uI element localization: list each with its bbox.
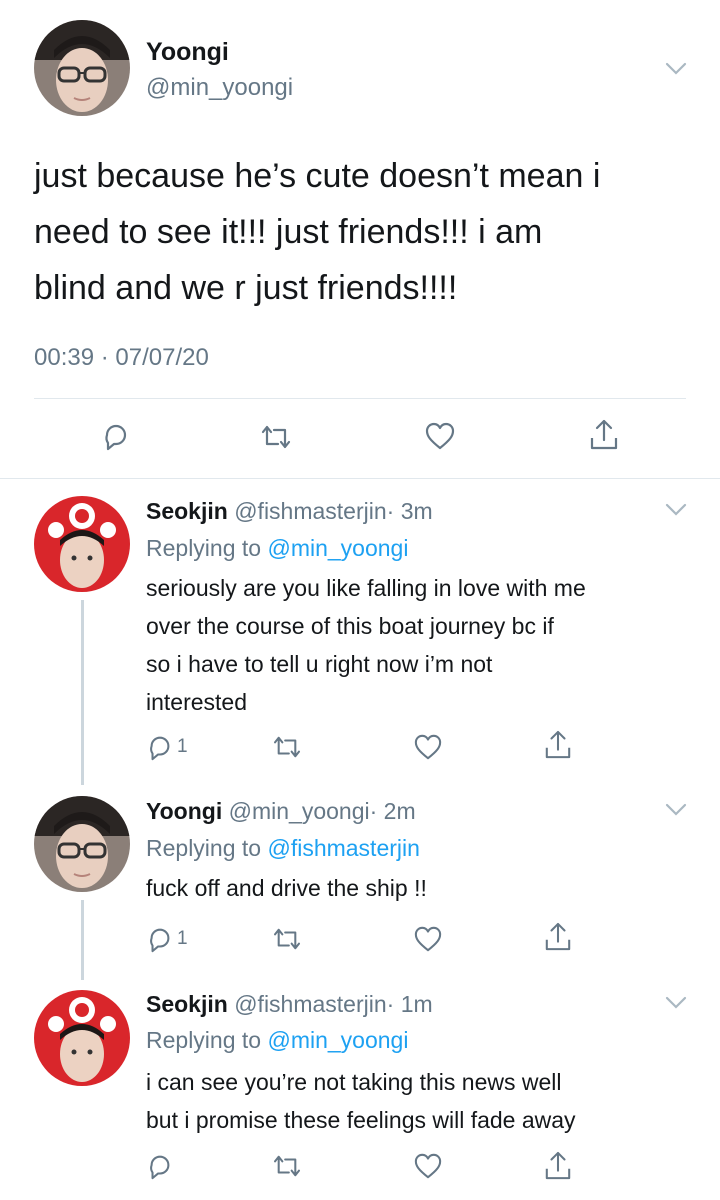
replying-to-label: Replying to [146, 835, 262, 861]
replying-to-label: Replying to [146, 1027, 262, 1053]
reply-button[interactable] [101, 421, 131, 451]
main-tweet-text: just because he’s cute doesn’t mean i ne… [34, 148, 694, 316]
reply-author-handle[interactable]: @min_yoongi [229, 798, 370, 824]
reply-header: Seokjin @fishmasterjin· 3m [146, 498, 433, 525]
reply-text-line: i can see you’re not taking this news we… [146, 1069, 562, 1095]
share-icon [544, 921, 572, 953]
chevron-down-icon[interactable] [665, 803, 687, 817]
reply-header: Seokjin @fishmasterjin· 1m [146, 991, 433, 1018]
main-author-handle[interactable]: @min_yoongi [146, 74, 293, 102]
replying-to-label: Replying to [146, 535, 262, 561]
retweet-icon [271, 927, 303, 951]
reply-author-name[interactable]: Seokjin [146, 498, 228, 524]
avatar-seokjin[interactable] [34, 496, 130, 592]
reply-button[interactable] [146, 1152, 174, 1180]
share-icon [544, 1150, 572, 1182]
avatar-yoongi[interactable] [34, 20, 130, 116]
reply-text-line: so i have to tell u right now i’m not [146, 651, 493, 677]
reply-text: fuck off and drive the ship !! [146, 869, 696, 907]
retweet-icon [271, 1154, 303, 1178]
main-tweet-timestamp[interactable]: 00:39 · 07/07/20 [34, 344, 209, 372]
reply-header: Yoongi @min_yoongi· 2m [146, 798, 416, 825]
reply-text-line: fuck off and drive the ship !! [146, 875, 427, 901]
share-button[interactable] [589, 418, 619, 452]
replying-to: Replying to @fishmasterjin [146, 835, 420, 862]
reply-button[interactable]: 1 [146, 925, 188, 953]
reply-text: seriously are you like falling in love w… [146, 569, 696, 721]
retweet-button[interactable] [271, 1154, 303, 1178]
reply-icon [146, 925, 174, 953]
reply-count: 1 [177, 736, 188, 757]
heart-icon [413, 925, 443, 953]
heart-icon [424, 421, 456, 451]
retweet-icon [271, 735, 303, 759]
reply-time: · 2m [369, 798, 416, 824]
thread-line [81, 600, 84, 785]
reply-text: i can see you’re not taking this news we… [146, 1063, 696, 1139]
share-button[interactable] [544, 1150, 572, 1182]
reply-count: 1 [177, 928, 188, 949]
retweet-button[interactable] [259, 424, 293, 450]
heart-icon [413, 1152, 443, 1180]
share-button[interactable] [544, 729, 572, 761]
reply-text-line: over the course of this boat journey bc … [146, 613, 554, 639]
reply-time: · 3m [386, 498, 433, 524]
share-icon [589, 418, 619, 452]
replying-to-mention[interactable]: @fishmasterjin [267, 835, 419, 861]
share-icon [544, 729, 572, 761]
replying-to: Replying to @min_yoongi [146, 1027, 408, 1054]
divider [34, 398, 686, 399]
avatar-seokjin[interactable] [34, 990, 130, 1086]
reply-icon [101, 421, 131, 451]
divider [0, 478, 720, 479]
chevron-down-icon[interactable] [665, 503, 687, 517]
like-button[interactable] [413, 925, 443, 953]
tweet-text-line: blind and we r just friends!!!! [34, 269, 458, 307]
avatar-yoongi[interactable] [34, 796, 130, 892]
reply-text-line: seriously are you like falling in love w… [146, 575, 586, 601]
like-button[interactable] [413, 733, 443, 761]
tweet-text-line: need to see it!!! just friends!!! i am [34, 213, 543, 251]
reply-author-name[interactable]: Yoongi [146, 798, 222, 824]
reply-text-line: interested [146, 689, 248, 715]
tweet-text-line: just because he’s cute doesn’t mean i [34, 157, 601, 195]
share-button[interactable] [544, 921, 572, 953]
like-button[interactable] [413, 1152, 443, 1180]
retweet-icon [259, 424, 293, 450]
replying-to: Replying to @min_yoongi [146, 535, 408, 562]
reply-author-name[interactable]: Seokjin [146, 991, 228, 1017]
reply-author-handle[interactable]: @fishmasterjin [234, 498, 386, 524]
main-author-name[interactable]: Yoongi [146, 38, 229, 67]
chevron-down-icon[interactable] [665, 62, 687, 76]
reply-author-handle[interactable]: @fishmasterjin [234, 991, 386, 1017]
replying-to-mention[interactable]: @min_yoongi [267, 535, 408, 561]
reply-text-line: but i promise these feelings will fade a… [146, 1107, 576, 1133]
reply-icon [146, 733, 174, 761]
like-button[interactable] [424, 421, 456, 451]
reply-time: · 1m [386, 991, 433, 1017]
retweet-button[interactable] [271, 735, 303, 759]
chevron-down-icon[interactable] [665, 996, 687, 1010]
replying-to-mention[interactable]: @min_yoongi [267, 1027, 408, 1053]
reply-icon [146, 1152, 174, 1180]
retweet-button[interactable] [271, 927, 303, 951]
reply-button[interactable]: 1 [146, 733, 188, 761]
thread-line [81, 900, 84, 980]
heart-icon [413, 733, 443, 761]
